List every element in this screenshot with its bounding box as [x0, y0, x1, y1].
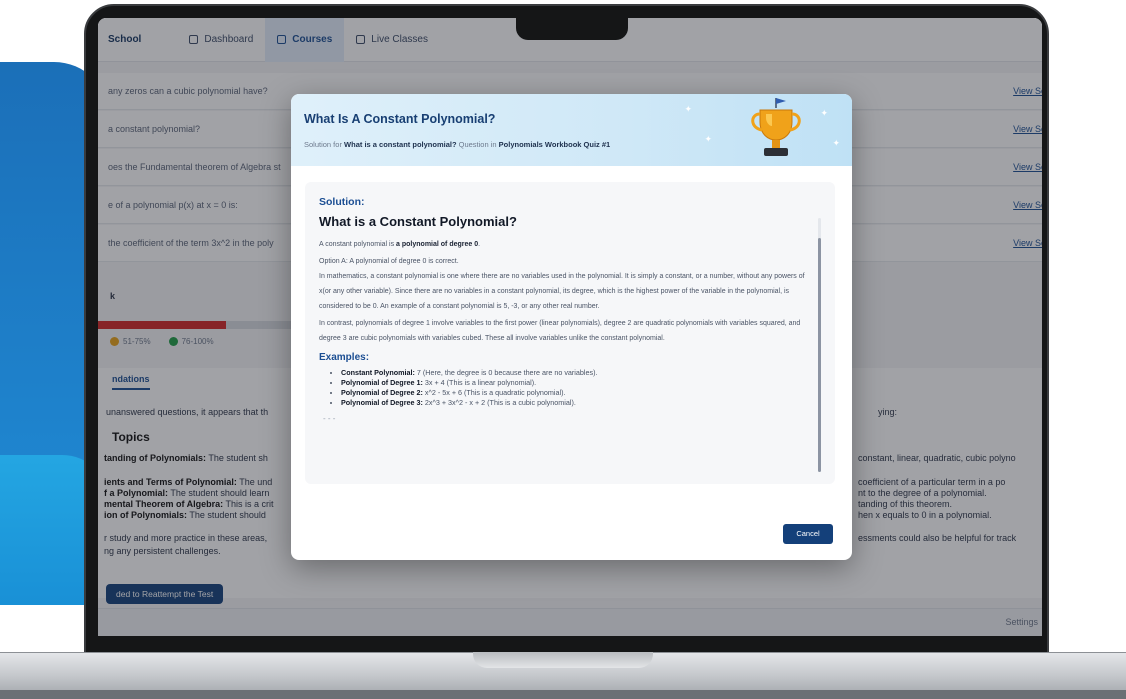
sparkle-icon: ✦	[704, 134, 712, 144]
product-showcase: School Dashboard Courses Live Classes an…	[0, 0, 1126, 699]
example-text: 7 (Here, the degree is 0 because there a…	[414, 368, 598, 377]
solution-label: Solution:	[319, 196, 365, 208]
list-item: Polynomial of Degree 1: 3x + 4 (This is …	[341, 378, 821, 388]
sparkle-icon: ✦	[820, 108, 828, 118]
example-title: Polynomial of Degree 2:	[341, 388, 423, 397]
subtitle-mid: Question in	[456, 140, 499, 149]
cancel-button[interactable]: Cancel	[783, 524, 833, 544]
solution-title: What is a Constant Polynomial?	[319, 214, 517, 229]
solution-paragraph: In mathematics, a constant polynomial is…	[319, 273, 805, 310]
solution-paragraph: A constant polynomial is a polynomial of…	[319, 237, 809, 252]
solution-content[interactable]: Solution: What is a Constant Polynomial?…	[305, 182, 835, 484]
paragraph-text: A constant polynomial is	[319, 241, 397, 248]
subtitle-prefix: Solution for	[304, 140, 345, 149]
example-title: Polynomial of Degree 3:	[341, 398, 423, 407]
paragraph-text: .	[478, 241, 481, 248]
example-text: 2x^3 + 3x^2 - x + 2 (This is a cubic pol…	[422, 398, 576, 407]
content-ellipsis: - - -	[323, 414, 336, 423]
example-text: x^2 - 5x + 6 (This is a quadratic polyno…	[422, 388, 566, 397]
solution-paragraph: Option A: A polynomial of degree 0 is co…	[319, 258, 459, 265]
modal-header: What Is A Constant Polynomial? Solution …	[291, 94, 852, 166]
example-title: Constant Polynomial:	[341, 368, 415, 377]
solution-paragraph: In contrast, polynomials of degree 1 inv…	[319, 320, 801, 342]
paragraph-bold: a polynomial of degree 0	[396, 241, 479, 248]
sparkle-icon: ✦	[832, 138, 840, 148]
list-item: Polynomial of Degree 3: 2x^3 + 3x^2 - x …	[341, 398, 821, 408]
camera-notch	[516, 14, 628, 40]
solution-modal: What Is A Constant Polynomial? Solution …	[291, 94, 852, 560]
example-title: Polynomial of Degree 1:	[341, 378, 423, 387]
scrollbar-thumb[interactable]	[818, 238, 821, 472]
example-text: 3x + 4 (This is a linear polynomial).	[422, 378, 537, 387]
laptop-base-shadow	[0, 690, 1126, 699]
examples-list: Constant Polynomial: 7 (Here, the degree…	[319, 368, 821, 408]
subtitle-quiz: Polynomials Workbook Quiz #1	[498, 140, 611, 149]
examples-label: Examples:	[319, 352, 370, 363]
sparkle-icon: ✦	[684, 104, 692, 114]
laptop-base-lip	[473, 652, 653, 668]
trophy-icon	[751, 98, 801, 156]
list-item: Polynomial of Degree 2: x^2 - 5x + 6 (Th…	[341, 388, 821, 398]
list-item: Constant Polynomial: 7 (Here, the degree…	[341, 368, 821, 378]
subtitle-question: What is a constant polynomial?	[344, 140, 457, 149]
